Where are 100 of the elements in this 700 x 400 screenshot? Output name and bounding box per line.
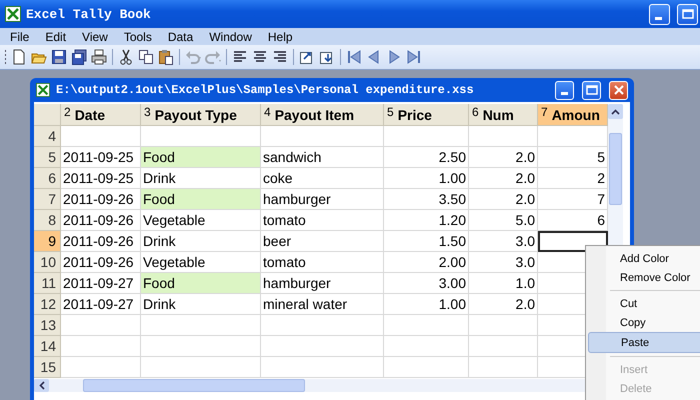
- save-all-icon[interactable]: [71, 49, 87, 65]
- maximize-icon: [682, 9, 694, 19]
- table-cell: Drink: [141, 231, 261, 252]
- row-header[interactable]: 9: [34, 231, 61, 252]
- table-cell: 1.00: [384, 168, 469, 189]
- table-cell: tomato: [261, 210, 384, 231]
- row-header[interactable]: 15: [34, 357, 61, 378]
- row-header[interactable]: 6: [34, 168, 61, 189]
- row-header[interactable]: 4: [34, 126, 61, 147]
- table-cell: tomato: [261, 252, 384, 273]
- print-icon[interactable]: [91, 49, 107, 65]
- menu-item[interactable]: Window: [209, 30, 252, 44]
- column-header[interactable]: $^{4}$ Payout Item: [261, 104, 384, 126]
- document-title: E:\output2.1out\ExcelPlus\Samples\Personal expenditure.xss: [56, 83, 474, 97]
- align-left-icon[interactable]: [232, 49, 248, 65]
- align-right-icon[interactable]: [272, 49, 288, 65]
- maximize-icon: [586, 85, 598, 95]
- minimize-icon: [655, 16, 662, 20]
- column-header[interactable]: $^{5}$ Price: [384, 104, 469, 126]
- table-cell: 2.0: [469, 189, 538, 210]
- table-cell: beer: [261, 231, 384, 252]
- column-header[interactable]: $^{6}$ Num: [469, 104, 538, 126]
- grip-icon: [4, 49, 7, 65]
- column-header[interactable]: $^{7}$ Amoun: [538, 104, 608, 126]
- table-cell: 3.00: [384, 273, 469, 294]
- last-icon[interactable]: [406, 49, 422, 65]
- menu-item[interactable]: Add Color: [588, 249, 700, 268]
- table-cell: 2.0: [469, 168, 538, 189]
- table-cell: Food: [141, 189, 261, 210]
- copy-icon[interactable]: [138, 49, 154, 65]
- scroll-left-button[interactable]: [34, 379, 49, 392]
- table-cell: 3.0: [469, 231, 538, 252]
- table-cell: 2011-09-26: [61, 210, 141, 231]
- table-cell: 3.50: [384, 189, 469, 210]
- menu-item[interactable]: Copy: [588, 313, 700, 332]
- table-cell: 2.0: [469, 294, 538, 315]
- table-cell: hamburger: [261, 273, 384, 294]
- table-cell: sandwich: [261, 147, 384, 168]
- close-icon: [614, 85, 624, 95]
- row-header[interactable]: 10: [34, 252, 61, 273]
- scroll-up-button[interactable]: [608, 104, 623, 119]
- maximize-button[interactable]: [582, 80, 601, 100]
- maximize-button[interactable]: [677, 4, 698, 24]
- table-cell: 2011-09-26: [61, 231, 141, 252]
- table-cell: 1.00: [384, 294, 469, 315]
- menu-item[interactable]: Edit: [45, 30, 66, 44]
- table-cell: 2011-09-26: [61, 252, 141, 273]
- row-header[interactable]: 11: [34, 273, 61, 294]
- table-cell: 5.0: [469, 210, 538, 231]
- paste-icon[interactable]: [158, 49, 174, 65]
- table-cell: [469, 126, 538, 147]
- table-cell: Vegetable: [141, 210, 261, 231]
- import-icon[interactable]: [319, 49, 335, 65]
- column-header[interactable]: $^{2}$ Date: [61, 104, 141, 126]
- table-cell: Food: [141, 147, 261, 168]
- menu-item[interactable]: Data: [168, 30, 194, 44]
- row-header[interactable]: 13: [34, 315, 61, 336]
- menu-item[interactable]: File: [10, 30, 30, 44]
- cut-icon[interactable]: [118, 49, 134, 65]
- close-button[interactable]: [609, 80, 628, 100]
- align-center-icon[interactable]: [252, 49, 268, 65]
- table-cell: 2011-09-25: [61, 168, 141, 189]
- minimize-button[interactable]: [649, 4, 670, 24]
- window-title: Excel Tally Book: [26, 6, 151, 22]
- save-icon[interactable]: [51, 49, 67, 65]
- minimize-icon: [561, 92, 568, 94]
- table-cell: 2.00: [384, 252, 469, 273]
- export-icon[interactable]: [299, 49, 315, 65]
- row-header[interactable]: 7: [34, 189, 61, 210]
- table-cell: Food: [141, 273, 261, 294]
- table-cell: 2011-09-27: [61, 294, 141, 315]
- table-cell: 2.0: [469, 147, 538, 168]
- table-cell: 1.20: [384, 210, 469, 231]
- table-cell: 3.0: [469, 252, 538, 273]
- menu-item[interactable]: Paste: [588, 332, 700, 353]
- table-cell: Drink: [141, 294, 261, 315]
- menu-item[interactable]: Help: [268, 30, 293, 44]
- menu-item[interactable]: Cut: [588, 294, 700, 313]
- minimize-button[interactable]: [555, 80, 574, 100]
- first-icon[interactable]: [346, 49, 362, 65]
- spreadsheet-icon: [36, 83, 50, 97]
- scroll-thumb[interactable]: [83, 379, 305, 392]
- new-document-icon[interactable]: [11, 49, 27, 65]
- menu-item[interactable]: View: [82, 30, 108, 44]
- column-header[interactable]: $^{3}$ Payout Type: [141, 104, 261, 126]
- row-header[interactable]: 12: [34, 294, 61, 315]
- row-header[interactable]: 5: [34, 147, 61, 168]
- row-header[interactable]: 14: [34, 336, 61, 357]
- table-cell: hamburger: [261, 189, 384, 210]
- menu-item[interactable]: Remove Color: [588, 268, 700, 287]
- menu-item[interactable]: Tools: [124, 30, 152, 44]
- header-corner: [34, 104, 61, 126]
- table-cell: 2.50: [384, 147, 469, 168]
- spreadsheet-icon: [5, 6, 21, 22]
- table-cell: coke: [261, 168, 384, 189]
- table-cell: mineral water: [261, 294, 384, 315]
- row-header[interactable]: 8: [34, 210, 61, 231]
- scroll-thumb[interactable]: [609, 133, 622, 205]
- table-cell: 1.0: [469, 273, 538, 294]
- table-cell: 1.50: [384, 231, 469, 252]
